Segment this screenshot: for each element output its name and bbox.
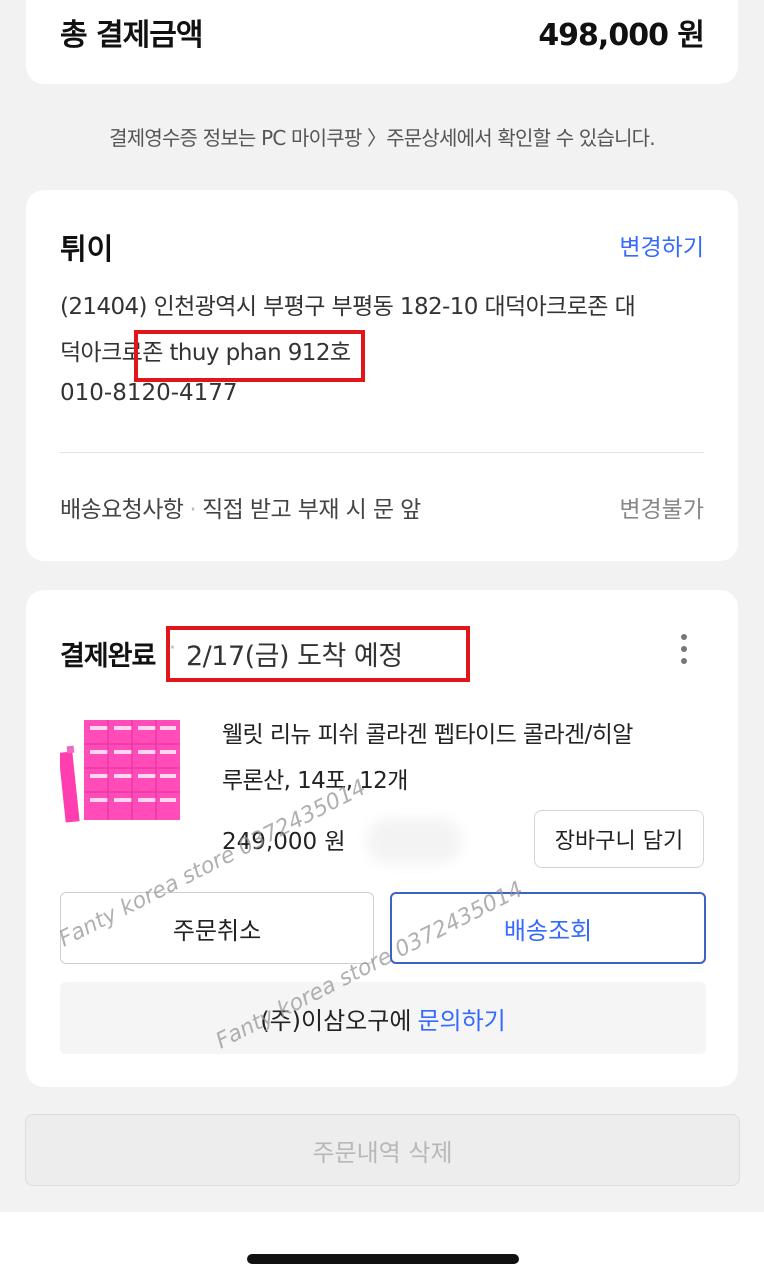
product-name-line-1: 웰릿 리뉴 피쉬 콜라겐 펩타이드 콜라겐/히알 (222, 722, 633, 748)
inquiry-prefix: (주)이삼오구에 (260, 1006, 412, 1035)
order-status: 결제완료 (60, 641, 156, 672)
more-options-icon[interactable] (680, 634, 688, 668)
receipt-notice: 결제영수증 정보는 PC 마이쿠팡 〉주문상세에서 확인할 수 있습니다. (109, 126, 655, 150)
address-line-1: (21404) 인천광역시 부평구 부평동 182-10 대덕아크로존 대 (60, 294, 636, 320)
track-delivery-button[interactable]: 배송조회 (390, 892, 706, 964)
product-image[interactable] (60, 720, 190, 830)
shipping-address-card: 튀이 변경하기 (21404) 인천광역시 부평구 부평동 182-10 대덕아… (26, 190, 738, 561)
cancel-order-button[interactable]: 주문취소 (60, 892, 374, 964)
inquiry-link[interactable]: 문의하기 (417, 1001, 505, 1036)
delivery-request-status: 변경불가 (619, 497, 704, 523)
delivery-request-label: 배송요청사항 (60, 497, 184, 523)
blurred-area (366, 818, 462, 864)
product-name-line-2: 루론산, 14포, 12개 (222, 768, 408, 794)
product-name[interactable]: 웰릿 리뉴 피쉬 콜라겐 펩타이드 콜라겐/히알 루론산, 14포, 12개 (222, 712, 712, 804)
payment-total-card: 총 결제금액 498,000 원 (26, 0, 738, 84)
delete-order-button[interactable]: 주문내역 삭제 (25, 1114, 740, 1186)
divider (60, 452, 704, 453)
bottom-bar (0, 1212, 764, 1280)
separator-dot: · (189, 497, 197, 523)
highlight-box-arrival (166, 626, 470, 682)
change-address-link[interactable]: 변경하기 (619, 228, 704, 262)
total-payment-label: 총 결제금액 (60, 18, 203, 53)
delivery-request-value: 직접 받고 부재 시 문 앞 (202, 497, 421, 523)
add-to-cart-button[interactable]: 장바구니 담기 (534, 810, 704, 868)
home-indicator[interactable] (247, 1254, 519, 1264)
recipient-name: 튀이 (60, 232, 114, 266)
total-payment-value: 498,000 원 (538, 18, 705, 53)
highlight-box-address (134, 330, 365, 382)
recipient-phone: 010-8120-4177 (60, 380, 238, 406)
delivery-request: 배송요청사항 · 직접 받고 부재 시 문 앞 (60, 490, 421, 524)
seller-inquiry-bar: (주)이삼오구에 문의하기 (60, 982, 706, 1054)
product-price: 249,000 원 (222, 829, 346, 855)
